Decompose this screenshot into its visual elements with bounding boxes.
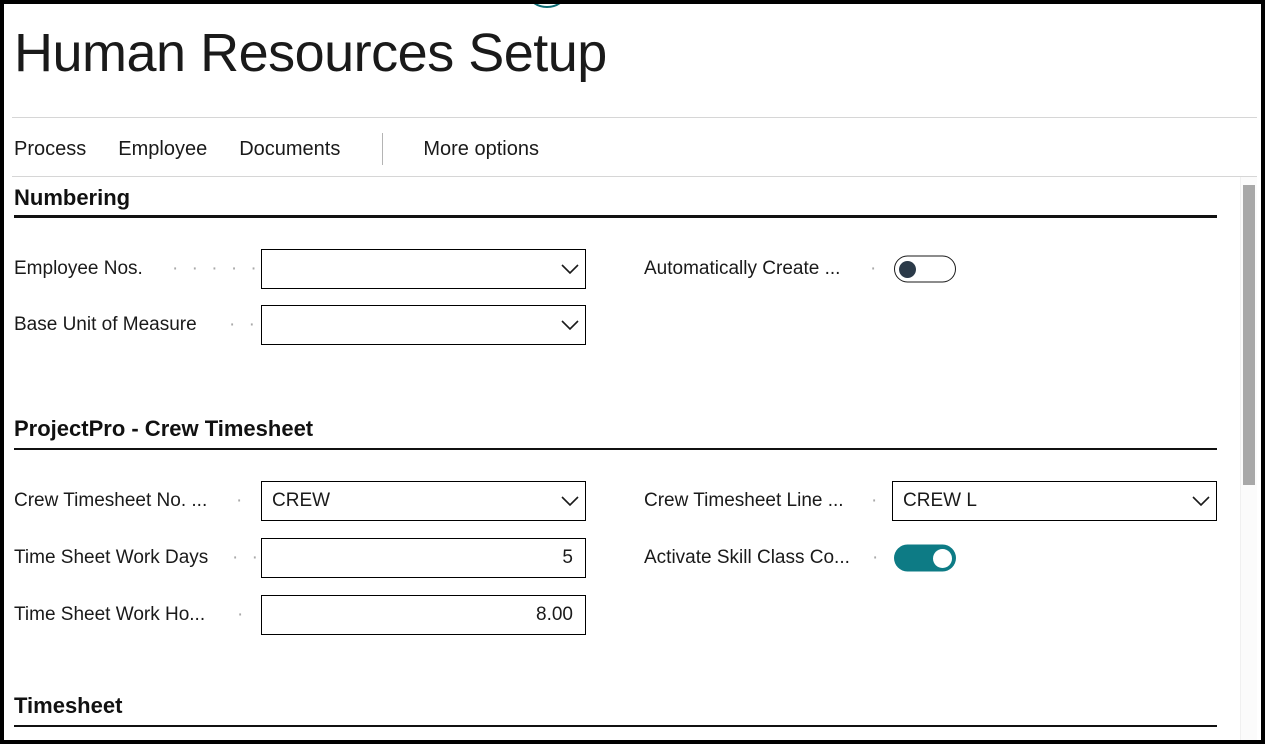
toggle-knob [899,260,916,278]
time-sheet-work-days-value: 5 [562,547,573,568]
chevron-down-icon[interactable] [555,495,585,507]
field-label-base-unit-of-measure: Base Unit of Measure [14,314,197,335]
menu-item-employee[interactable]: Employee [118,138,207,161]
time-sheet-work-hours-input[interactable]: 8.00 [261,595,586,635]
crew-timesheet-no-dropdown[interactable]: CREW [261,481,586,521]
menu-bar: Process Employee Documents More options [4,122,1261,176]
field-leader-dots: · [871,490,882,511]
field-label-automatically-create: Automatically Create ... [644,258,841,279]
time-sheet-work-days-input[interactable]: 5 [261,538,586,578]
chevron-down-icon[interactable] [1186,495,1216,507]
field-label-activate-skill-class: Activate Skill Class Co... [644,547,850,568]
scrollbar-thumb[interactable] [1243,185,1255,485]
field-automatically-create: Automatically Create ... · [644,249,1204,289]
menu-divider [382,133,384,165]
field-label-time-sheet-work-hours: Time Sheet Work Ho... [14,604,206,625]
field-leader-dots: · · [232,547,262,568]
vertical-scrollbar[interactable] [1240,177,1257,740]
title-divider [12,117,1257,118]
automatically-create-toggle[interactable] [894,255,956,283]
top-circle-indicator [523,4,571,8]
app-window: Human Resources Setup Process Employee D… [0,0,1265,744]
field-employee-nos: Employee Nos. · · · · · · · [4,249,624,289]
crew-timesheet-no-value: CREW [272,490,331,511]
section-title-timesheet: Timesheet [14,693,123,718]
section-title-numbering: Numbering [14,185,131,210]
field-leader-dots: · [870,258,881,279]
section-underline-timesheet [14,725,1217,727]
crew-timesheet-line-value: CREW L [903,490,977,511]
menu-item-documents[interactable]: Documents [239,138,340,161]
field-label-time-sheet-work-days: Time Sheet Work Days [14,547,209,568]
crew-timesheet-line-dropdown[interactable]: CREW L [892,481,1217,521]
field-activate-skill-class: Activate Skill Class Co... · [644,538,1219,578]
section-title-projectpro: ProjectPro - Crew Timesheet [14,416,314,441]
field-label-crew-timesheet-line: Crew Timesheet Line ... [644,490,844,511]
section-underline-numbering [14,215,1217,218]
chevron-down-icon[interactable] [555,263,585,275]
field-base-unit-of-measure: Base Unit of Measure · · [4,305,624,345]
settings-content: Numbering Employee Nos. · · · · · · · Ba… [4,177,1261,740]
employee-nos-dropdown[interactable] [261,249,586,289]
field-crew-timesheet-no: Crew Timesheet No. ... · CREW [4,481,624,521]
section-underline-projectpro [14,448,1217,450]
field-time-sheet-work-days: Time Sheet Work Days · · 5 [4,538,624,578]
field-label-crew-timesheet-no: Crew Timesheet No. ... [14,490,208,511]
time-sheet-work-hours-value: 8.00 [536,604,573,625]
menu-item-more-options[interactable]: More options [423,138,539,161]
field-leader-dots: · [872,547,883,568]
field-label-employee-nos: Employee Nos. [14,258,143,279]
field-time-sheet-work-hours: Time Sheet Work Ho... · 8.00 [4,595,624,635]
toggle-knob [933,548,952,568]
activate-skill-class-toggle[interactable] [894,544,956,572]
menu-item-process[interactable]: Process [14,138,86,161]
base-unit-of-measure-dropdown[interactable] [261,305,586,345]
chevron-down-icon[interactable] [555,319,585,331]
page-title: Human Resources Setup [14,23,607,83]
field-leader-dots: · · [229,314,259,335]
field-leader-dots: · [236,490,247,511]
field-leader-dots: · [237,604,248,625]
field-crew-timesheet-line: Crew Timesheet Line ... · CREW L [644,481,1219,521]
